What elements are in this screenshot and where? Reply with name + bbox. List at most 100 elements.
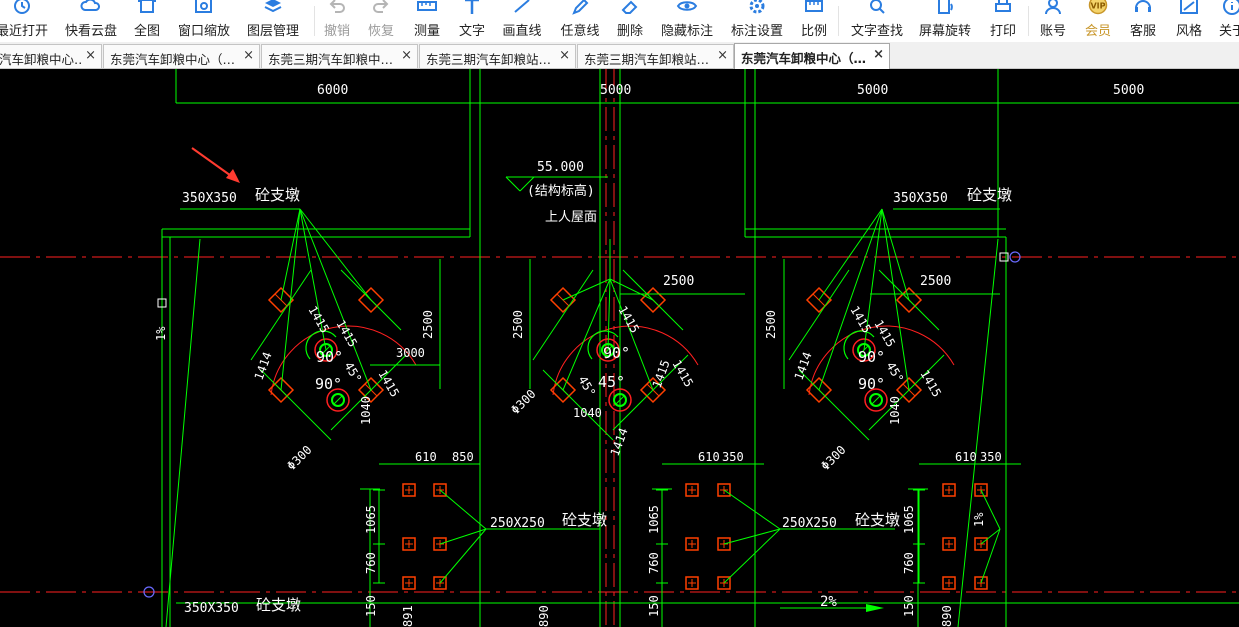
toolbar-button-label: 最近打开 <box>0 24 49 39</box>
text-icon <box>465 0 479 14</box>
dim-760-right: 760 <box>902 552 916 574</box>
dim-350-mid: 350 <box>722 450 744 464</box>
pen-icon <box>572 0 589 15</box>
toolbar-button-label: 关于 <box>1218 24 1239 39</box>
pier-name-label-2: 砼支墩 <box>967 186 1012 204</box>
document-tab-label: 东莞三期汽车卸粮站… <box>584 52 710 67</box>
toolbar-separator <box>314 6 315 36</box>
document-tab-bar: 汽车卸粮中心… × 东莞汽车卸粮中心（… × 东莞三期汽车卸粮中… × 东莞三期汽车卸粮站…… <box>0 42 1239 69</box>
tab-close-icon[interactable]: × <box>85 48 96 63</box>
phi300-mid: Φ300 <box>508 387 538 417</box>
toolbar-button-label: 测量 <box>413 24 441 39</box>
dim-1414-right: 1414 <box>792 350 815 382</box>
document-tab[interactable]: 东莞三期汽车卸粮中… × <box>261 44 418 68</box>
annotation-arrow <box>191 147 240 183</box>
toolbar-button-settings[interactable]: 标注设置 <box>727 0 787 42</box>
toolbar-button-rotate[interactable]: 屏幕旋转 <box>915 0 975 42</box>
toolbar-button-label: 撤销 <box>323 24 351 39</box>
detail-geometry <box>143 176 1021 612</box>
toolbar-button-layers[interactable]: 图层管理 <box>243 0 303 42</box>
dim-1414-mid: 1414 <box>608 426 631 458</box>
toolbar-button-label: 标注设置 <box>730 24 784 39</box>
dim-1415-right-b: 1415 <box>871 318 898 350</box>
dim-line-diagonal <box>788 269 850 361</box>
dim-1065-left: 1065 <box>364 505 378 534</box>
info-icon <box>1223 0 1239 15</box>
phi300-right: Φ300 <box>818 443 848 473</box>
dim-350-right: 350 <box>980 450 1002 464</box>
pier-size-label-5: 350X350 <box>184 601 239 616</box>
document-tab-label: 东莞三期汽车卸粮站… <box>426 52 552 67</box>
toolbar-button-eye[interactable]: 隐藏标注 <box>657 0 717 42</box>
text-search-icon <box>870 0 885 14</box>
pipe-hatch <box>871 395 881 405</box>
toolbar-button-label: 删除 <box>616 24 644 39</box>
tab-close-icon[interactable]: × <box>717 48 728 63</box>
document-tab-label: 东莞汽车卸粮中心（… <box>741 51 867 66</box>
dim-1414-left-a: 1414 <box>252 350 275 382</box>
toolbar-button-fit-view[interactable]: 全图 <box>117 0 177 42</box>
tab-close-icon[interactable]: × <box>873 47 884 62</box>
toolbar-button-label: 隐藏标注 <box>660 24 714 39</box>
toolbar-button-label: 客服 <box>1129 24 1157 39</box>
elevation-triangle <box>505 176 521 192</box>
dim-top-4: 5000 <box>1113 83 1144 98</box>
angle-90-left-inner: 90° <box>315 375 342 393</box>
dim-760-mid: 760 <box>647 552 661 574</box>
fit-view-icon <box>138 0 156 13</box>
headset-icon <box>1135 0 1151 12</box>
leader-line <box>280 208 301 301</box>
toolbar-button-label: 图层管理 <box>246 24 300 39</box>
leader-line <box>299 208 372 301</box>
toolbar-button-clock[interactable]: 最近打开 <box>0 0 52 42</box>
dim-890-right: 890 <box>940 605 954 627</box>
dim-150-left: 150 <box>364 595 378 617</box>
angle-90-left: 90° <box>316 348 343 366</box>
document-tab-label: 东莞三期汽车卸粮中… <box>268 52 394 67</box>
pipe-hatch <box>333 395 343 405</box>
slope-1-percent-right: 1% <box>972 512 986 527</box>
document-tab[interactable]: 东莞汽车卸粮中心（… × <box>103 44 260 68</box>
angle-45-mid: 45° <box>598 373 625 391</box>
toolbar-button-text-search[interactable]: 文字查找 <box>847 0 907 42</box>
dim-45-mid-small: 45° <box>575 374 598 400</box>
toolbar-separator <box>1028 6 1029 36</box>
toolbar-button-label: 比例 <box>800 24 828 39</box>
toolbar-button-label: 屏幕旋转 <box>918 24 972 39</box>
toolbar-button-eraser[interactable]: 删除 <box>600 0 660 42</box>
dim-610-mid: 610 <box>698 450 720 464</box>
pier-name-label-5: 砼支墩 <box>256 596 301 614</box>
dim-line-diagonal <box>250 269 312 361</box>
cad-viewer-window: 最近打开 快看云盘 全图 窗口缩放 图层管理 撤销 恢复 测量 文字 画直线 任意线 删除 隐藏标注 标注… <box>0 0 1239 627</box>
dim-850-left: 850 <box>452 450 474 464</box>
angle-90-right: 90° <box>858 348 885 366</box>
toolbar-button-info[interactable]: 关于 <box>1202 0 1239 42</box>
tab-close-icon[interactable]: × <box>243 48 254 63</box>
document-tab[interactable]: 汽车卸粮中心… × <box>0 44 102 68</box>
dim-1415-mid-a: 1415 <box>615 304 642 336</box>
cad-drawing-canvas[interactable]: 6000 5000 5000 5000 55.000 (结构标高) 上人屋面 3… <box>0 69 1239 627</box>
phi300-left: Φ300 <box>284 443 314 473</box>
cloud-icon <box>80 0 100 11</box>
dim-150-right: 150 <box>902 595 916 617</box>
dim-1415-right-a: 1415 <box>847 304 874 336</box>
toolbar-button-line[interactable]: 画直线 <box>492 0 552 42</box>
main-toolbar: 最近打开 快看云盘 全图 窗口缩放 图层管理 撤销 恢复 测量 文字 画直线 任意线 删除 隐藏标注 标注… <box>0 0 1239 42</box>
clock-icon <box>14 0 30 14</box>
document-tab[interactable]: 东莞三期汽车卸粮站… × <box>577 44 734 68</box>
toolbar-button-cloud[interactable]: 快看云盘 <box>61 0 121 42</box>
document-tab[interactable]: 东莞汽车卸粮中心（… × <box>734 43 890 69</box>
dim-2500-v-right: 2500 <box>764 310 778 339</box>
toolbar-button-label: 账号 <box>1039 24 1067 39</box>
document-tab[interactable]: 东莞三期汽车卸粮站… × <box>419 44 576 68</box>
toolbar-button-zoom-window[interactable]: 窗口缩放 <box>174 0 234 42</box>
dim-150-mid: 150 <box>647 595 661 617</box>
line-icon <box>514 0 530 13</box>
tab-close-icon[interactable]: × <box>559 48 570 63</box>
leader-line <box>439 489 487 530</box>
tab-close-icon[interactable]: × <box>401 48 412 63</box>
dim-1415-left-c: 1415 <box>375 368 402 400</box>
dim-1040-right: 1040 <box>888 396 902 425</box>
undo-icon <box>329 0 345 13</box>
toolbar-button-scale[interactable]: 比例 <box>784 0 844 42</box>
